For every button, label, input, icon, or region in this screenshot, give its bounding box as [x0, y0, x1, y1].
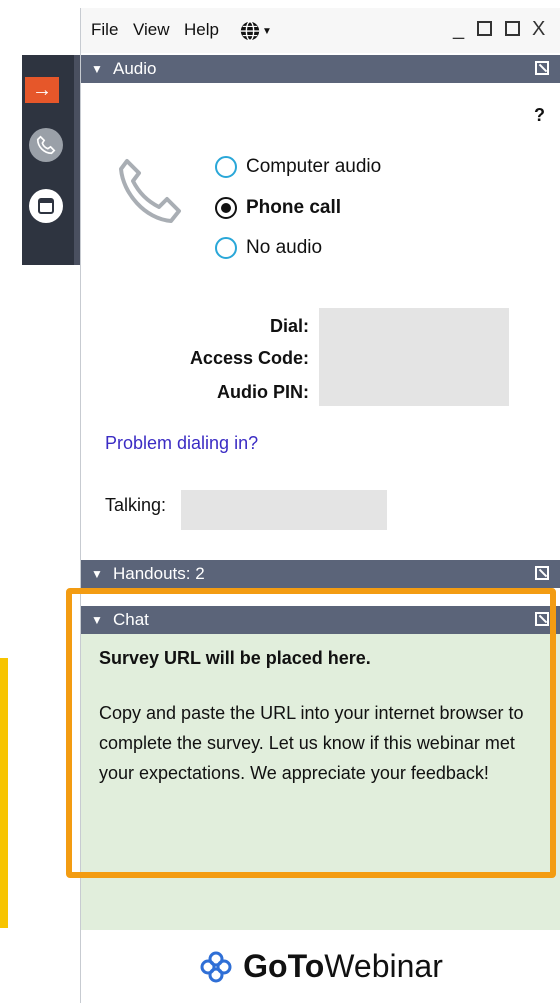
minimize-button[interactable]: _	[453, 18, 464, 41]
control-strip: →	[22, 55, 80, 265]
highlight-side-bar	[0, 658, 8, 928]
popout-icon[interactable]	[535, 566, 549, 580]
audio-option-phone[interactable]: Phone call	[215, 197, 341, 219]
menu-file[interactable]: File	[91, 20, 118, 40]
menu-help[interactable]: Help	[184, 20, 219, 40]
phone-icon	[119, 159, 181, 223]
option-label: Phone call	[246, 197, 342, 218]
audio-option-none[interactable]: No audio	[215, 237, 322, 259]
dial-label: Dial:	[269, 316, 309, 336]
phone-button[interactable]	[28, 127, 64, 163]
brand-goto: GoTo	[243, 948, 325, 984]
option-label: No audio	[246, 237, 323, 258]
brand-webinar: Webinar	[324, 948, 443, 984]
popout-icon[interactable]	[535, 61, 549, 75]
window-icon	[29, 189, 63, 223]
radio-no-audio[interactable]	[215, 237, 237, 259]
arrow-right-icon[interactable]: →	[25, 77, 59, 103]
language-dropdown-caret-icon[interactable]: ▼	[262, 26, 272, 37]
talking-label: Talking:	[105, 495, 167, 515]
collapse-triangle-icon: ▼	[91, 567, 103, 581]
radio-phone-call[interactable]	[215, 197, 237, 219]
dial-info-placeholder	[319, 308, 509, 406]
window-button[interactable]	[28, 188, 64, 224]
phone-icon	[29, 128, 63, 162]
audio-pin-label: Audio PIN:	[217, 382, 309, 402]
maximize-icon[interactable]	[477, 21, 492, 36]
handouts-header-label: Handouts: 2	[113, 564, 205, 583]
gotowebinar-logo-icon	[200, 951, 232, 982]
problem-dialing-link[interactable]: Problem dialing in?	[105, 433, 258, 454]
option-label: Computer audio	[246, 156, 382, 177]
handouts-section-header[interactable]: ▼ Handouts: 2	[81, 560, 560, 588]
audio-section-header[interactable]: ▼ Audio	[81, 55, 560, 83]
popout-window-icon[interactable]	[505, 21, 520, 36]
audio-header-label: Audio	[113, 59, 157, 78]
close-button[interactable]: X	[532, 18, 545, 41]
menu-bar: File View Help ▼ _ X	[81, 8, 560, 53]
gotowebinar-logo: GoTo Webinar	[81, 930, 560, 1003]
access-code-label: Access Code:	[189, 348, 309, 368]
help-icon[interactable]: ?	[534, 105, 545, 126]
collapse-triangle-icon: ▼	[91, 62, 103, 76]
radio-computer-audio[interactable]	[215, 156, 237, 178]
chat-highlight-frame	[66, 588, 556, 878]
audio-option-computer[interactable]: Computer audio	[215, 156, 381, 178]
globe-icon[interactable]	[239, 20, 261, 42]
talking-indicator	[181, 490, 387, 530]
menu-view[interactable]: View	[133, 20, 170, 40]
